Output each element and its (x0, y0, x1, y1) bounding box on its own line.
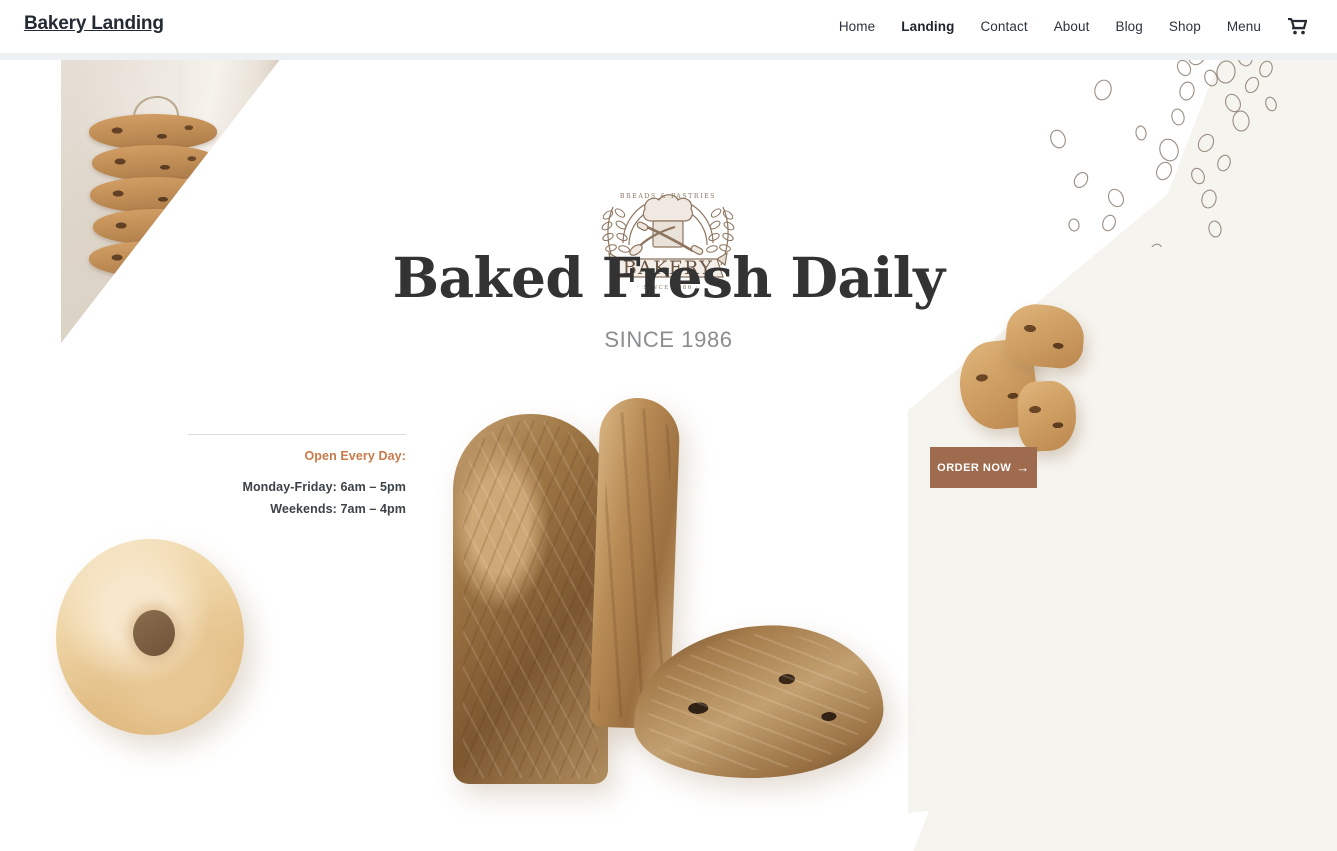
nav-item-home[interactable]: Home (826, 19, 888, 34)
hero-headline: Baked Fresh Daily (392, 245, 945, 310)
cart-button[interactable] (1274, 18, 1315, 35)
bagel (56, 539, 244, 735)
nav-item-menu[interactable]: Menu (1214, 19, 1274, 34)
hours-line-weekdays: Monday-Friday: 6am – 5pm (242, 480, 406, 494)
main-navigation: Home Landing Contact About Blog Shop Men… (826, 0, 1315, 53)
site-header: Bakery Landing Home Landing Contact Abou… (0, 0, 1337, 53)
bread-loaf-round (453, 414, 608, 784)
nav-item-shop[interactable]: Shop (1156, 19, 1214, 34)
hours-divider (188, 434, 406, 435)
site-brand[interactable]: Bakery Landing (24, 13, 164, 35)
bagel-photo (38, 523, 260, 751)
order-now-label: ORDER NOW (937, 461, 1012, 474)
nav-item-about[interactable]: About (1041, 19, 1103, 34)
logo-top-text: BREADS & PASTRIES (620, 193, 716, 200)
cookie (93, 209, 221, 245)
cookie (90, 177, 218, 213)
hours-line-weekends: Weekends: 7am – 4pm (270, 502, 406, 516)
hours-title: Open Every Day: (304, 449, 406, 463)
nav-item-contact[interactable]: Contact (967, 19, 1040, 34)
scattered-seeds-illustration (1040, 53, 1280, 261)
nav-item-blog[interactable]: Blog (1102, 19, 1155, 34)
order-now-button[interactable]: ORDER NOW → (930, 447, 1037, 488)
nav-item-landing[interactable]: Landing (888, 19, 967, 34)
artisan-bread-loaves-photo (445, 396, 895, 838)
opening-hours-block: Open Every Day: Monday-Friday: 6am – 5pm… (88, 449, 406, 524)
header-divider (0, 53, 1337, 60)
cookie (92, 145, 220, 181)
shopping-cart-icon (1288, 18, 1307, 35)
cookie-piece (1016, 379, 1078, 453)
broken-cookie-pieces-photo (955, 301, 1110, 453)
arrow-right-icon: → (1016, 460, 1030, 475)
hero-section: BREADS & PASTRIES BAKERY · SINCE 1986 · … (0, 53, 1337, 851)
hero-subheadline: SINCE 1986 (604, 327, 733, 352)
